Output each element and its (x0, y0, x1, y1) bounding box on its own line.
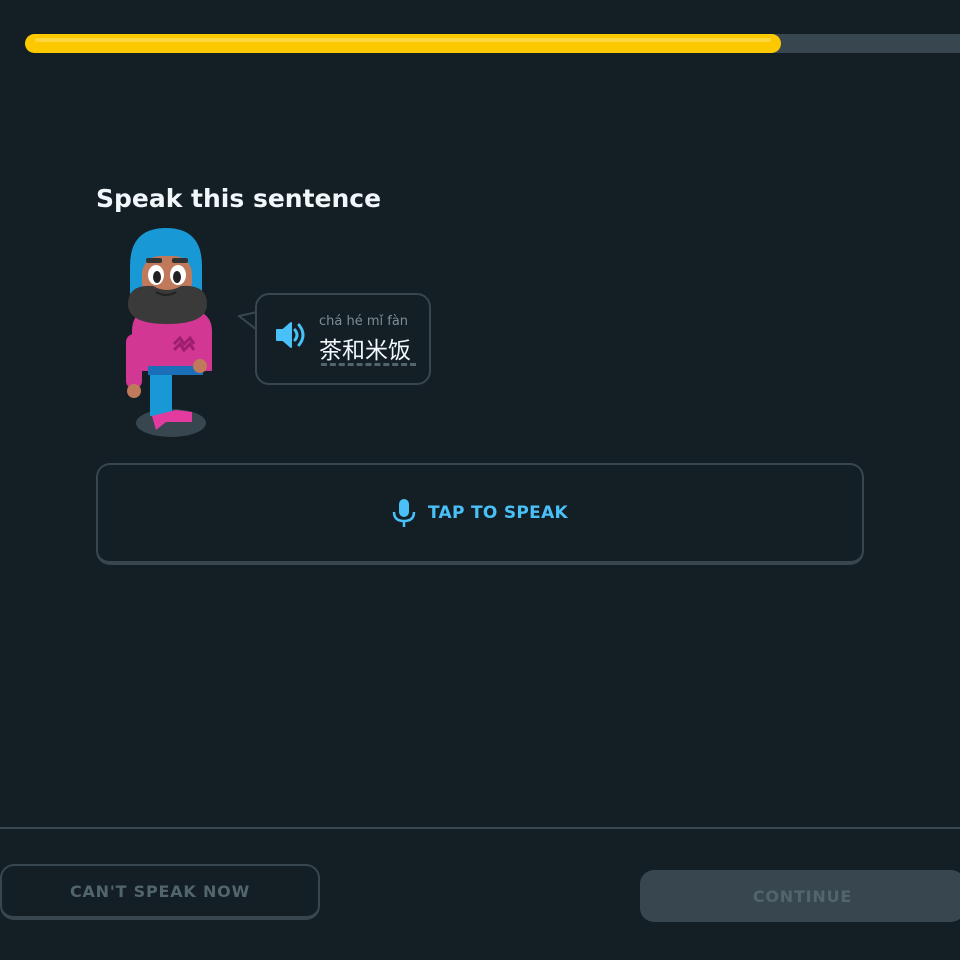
hint-underline (321, 363, 416, 366)
microphone-icon (392, 499, 416, 527)
speaker-icon[interactable] (275, 321, 307, 349)
footer-divider (0, 827, 960, 829)
tap-to-speak-button[interactable]: TAP TO SPEAK (96, 463, 864, 565)
pinyin-text: chá hé mǐ fàn (319, 314, 409, 329)
speech-bubble: chá hé mǐ fàn 茶和米饭 (255, 293, 431, 385)
tap-to-speak-label: TAP TO SPEAK (427, 503, 569, 523)
progress-fill (25, 34, 781, 53)
page-title: Speak this sentence (96, 184, 382, 213)
cant-speak-now-button[interactable]: CAN'T SPEAK NOW (0, 864, 320, 920)
continue-button[interactable]: CONTINUE (640, 870, 960, 922)
progress-bar (25, 34, 960, 53)
character-illustration (126, 228, 212, 437)
progress-shine (35, 38, 771, 42)
sentence-text[interactable]: 茶和米饭 (319, 331, 411, 365)
